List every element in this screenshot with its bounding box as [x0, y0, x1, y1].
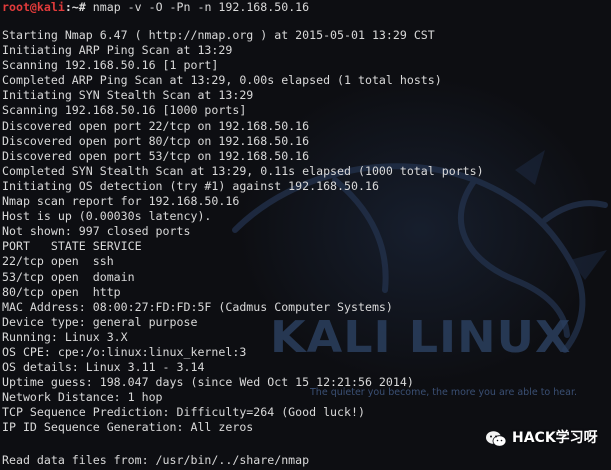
output-line: TCP Sequence Prediction: Difficulty=264 …	[2, 405, 365, 420]
output-line: Device type: general purpose	[2, 314, 198, 329]
output-line: Completed ARP Ping Scan at 13:29, 0.00s …	[2, 73, 442, 88]
output-line: Starting Nmap 6.47 ( http://nmap.org ) a…	[2, 28, 435, 42]
wechat-icon	[486, 431, 507, 447]
output-line: Not shown: 997 closed ports	[2, 224, 191, 239]
output-line: Initiating OS detection (try #1) against…	[2, 178, 379, 193]
output-line: Discovered open port 22/tcp on 192.168.5…	[2, 118, 310, 133]
output-line: Initiating ARP Ping Scan at 13:29	[2, 43, 233, 58]
output-line: OS CPE: cpe:/o:linux:linux_kernel:3	[2, 344, 247, 359]
output-line: Host is up (0.00030s latency).	[2, 209, 212, 224]
output-line: 53/tcp open domain	[2, 269, 135, 284]
prompt-user-host: root@kali	[2, 0, 65, 14]
wechat-watermark: HACK学习呀	[485, 430, 598, 448]
output-line: Network Distance: 1 hop	[2, 390, 163, 405]
output-line: Read data files from: /usr/bin/../share/…	[2, 453, 310, 467]
output-line: Nmap scan report for 192.168.50.16	[2, 194, 240, 209]
output-line: MAC Address: 08:00:27:FD:FD:5F (Cadmus C…	[2, 299, 393, 314]
watermark-text: HACK学习呀	[512, 430, 598, 447]
terminal-window[interactable]: KALI LINUX The quieter you become, the m…	[0, 0, 611, 470]
terminal-output: Starting Nmap 6.47 ( http://nmap.org ) a…	[2, 28, 484, 436]
output-line: Scanning 192.168.50.16 [1 port]	[2, 58, 219, 73]
output-line: Initiating SYN Stealth Scan at 13:29	[2, 88, 254, 103]
output-line: 80/tcp open http	[2, 284, 121, 299]
output-line: Running: Linux 3.X	[2, 329, 128, 344]
output-line: OS details: Linux 3.11 - 3.14	[2, 360, 205, 375]
command-prompt-line: root@kali:~# nmap -v -O -Pn -n 192.168.5…	[2, 0, 309, 15]
command-text: nmap -v -O -Pn -n 192.168.50.16	[85, 0, 310, 14]
output-line: IP ID Sequence Generation: All zeros	[2, 420, 254, 435]
output-line: PORT STATE SERVICE	[2, 239, 142, 254]
output-line: Completed SYN Stealth Scan at 13:29, 0.1…	[2, 163, 484, 178]
output-line: Uptime guess: 198.047 days (since Wed Oc…	[2, 375, 414, 390]
output-line: Scanning 192.168.50.16 [1000 ports]	[2, 103, 247, 118]
output-line: Discovered open port 53/tcp on 192.168.5…	[2, 148, 310, 163]
terminal-output-last-line: Read data files from: /usr/bin/../share/…	[2, 453, 309, 468]
output-line: Discovered open port 80/tcp on 192.168.5…	[2, 133, 310, 148]
prompt-path: :~#	[64, 0, 86, 14]
output-line: 22/tcp open ssh	[2, 254, 114, 269]
